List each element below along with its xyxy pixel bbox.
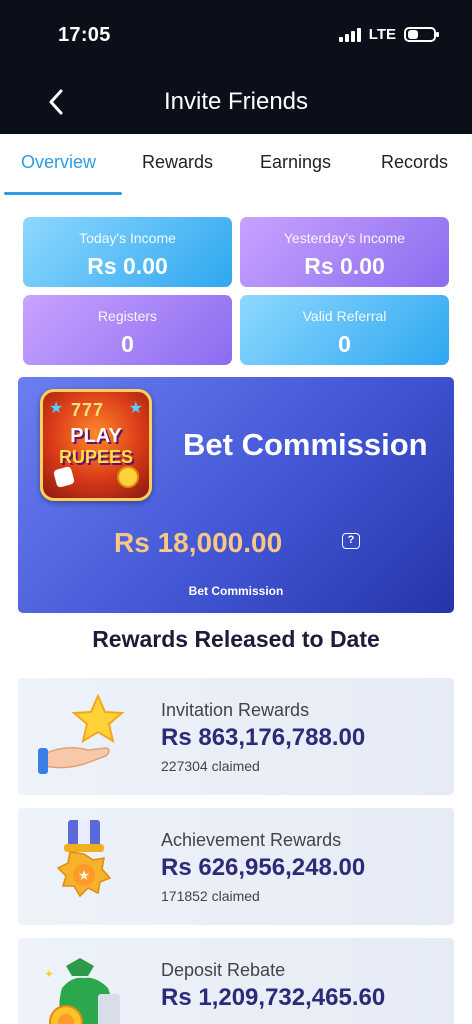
signal-icon xyxy=(338,27,361,42)
tab-records[interactable]: Records xyxy=(381,152,448,173)
play-rupees-logo: ★ ★ 777 PLAY RUPEES xyxy=(40,389,152,501)
reward-card-deposit-rebate: ✦ Deposit Rebate Rs 1,209,732,465.60 xyxy=(18,938,454,1024)
active-tab-indicator xyxy=(4,192,122,195)
commission-label: Bet Commission xyxy=(188,584,284,598)
status-bar: 17:05 LTE xyxy=(0,0,472,70)
battery-icon xyxy=(404,27,439,42)
commission-amount: Rs 18,000.00 xyxy=(114,527,283,558)
coin-icon xyxy=(117,466,139,488)
stat-label: Registers xyxy=(97,308,158,324)
reward-amount: Rs 1,209,732,465.60 xyxy=(161,984,386,1011)
star-icon: ★ xyxy=(128,400,143,417)
dice-icon xyxy=(52,465,76,489)
stat-label: Yesterday's Income xyxy=(283,230,406,246)
stat-value: Rs 0.00 xyxy=(87,253,168,279)
stat-card-registers[interactable]: Registers 0 xyxy=(23,295,232,365)
svg-text:★: ★ xyxy=(78,868,91,884)
stat-label: Valid Referral xyxy=(302,308,387,324)
reward-name: Achievement Rewards xyxy=(161,830,342,850)
medal-icon: ★ xyxy=(56,820,112,898)
status-time: 17:05 xyxy=(58,24,111,46)
reward-amount: Rs 863,176,788.00 xyxy=(161,724,366,751)
hand-star-icon xyxy=(38,693,125,774)
nav-bar: Invite Friends xyxy=(0,70,472,134)
status-indicators: LTE xyxy=(338,26,439,43)
reward-amount: Rs 626,956,248.00 xyxy=(161,854,366,881)
reward-name: Deposit Rebate xyxy=(161,960,286,980)
stat-value: 0 xyxy=(121,331,134,357)
stat-card-today-income[interactable]: Today's Income Rs 0.00 xyxy=(23,217,232,287)
bet-commission-card: ★ ★ 777 PLAY RUPEES Bet Commission Rs 18… xyxy=(18,377,454,613)
reward-card-invitation: Invitation Rewards Rs 863,176,788.00 227… xyxy=(18,678,454,795)
network-label: LTE xyxy=(368,26,396,43)
stat-card-valid-referral[interactable]: Valid Referral 0 xyxy=(240,295,449,365)
stat-card-yesterday-income[interactable]: Yesterday's Income Rs 0.00 xyxy=(240,217,449,287)
stat-label: Today's Income xyxy=(79,230,176,246)
tab-earnings[interactable]: Earnings xyxy=(260,152,331,173)
stat-value: 0 xyxy=(338,331,351,357)
reward-claimed: 227304 claimed xyxy=(161,758,260,774)
star-icon: ★ xyxy=(49,400,64,417)
tab-rewards[interactable]: Rewards xyxy=(142,152,213,173)
reward-name: Invitation Rewards xyxy=(161,700,310,720)
help-icon[interactable]: ? xyxy=(342,533,360,549)
svg-text:✦: ✦ xyxy=(44,967,54,981)
section-title: Rewards Released to Date xyxy=(92,626,380,652)
reward-card-achievement: ★ Achievement Rewards Rs 626,956,248.00 … xyxy=(18,808,454,925)
page-title: Invite Friends xyxy=(163,88,309,115)
tab-overview[interactable]: Overview xyxy=(21,152,96,173)
commission-title: Bet Commission xyxy=(183,427,428,462)
tab-bar: Overview Rewards Earnings Records xyxy=(0,134,472,196)
money-bag-icon: ✦ xyxy=(44,958,120,1024)
stat-value: Rs 0.00 xyxy=(304,253,385,279)
main-content: Today's Income Rs 0.00 Yesterday's Incom… xyxy=(0,196,472,1024)
reward-claimed: 171852 claimed xyxy=(161,888,260,904)
